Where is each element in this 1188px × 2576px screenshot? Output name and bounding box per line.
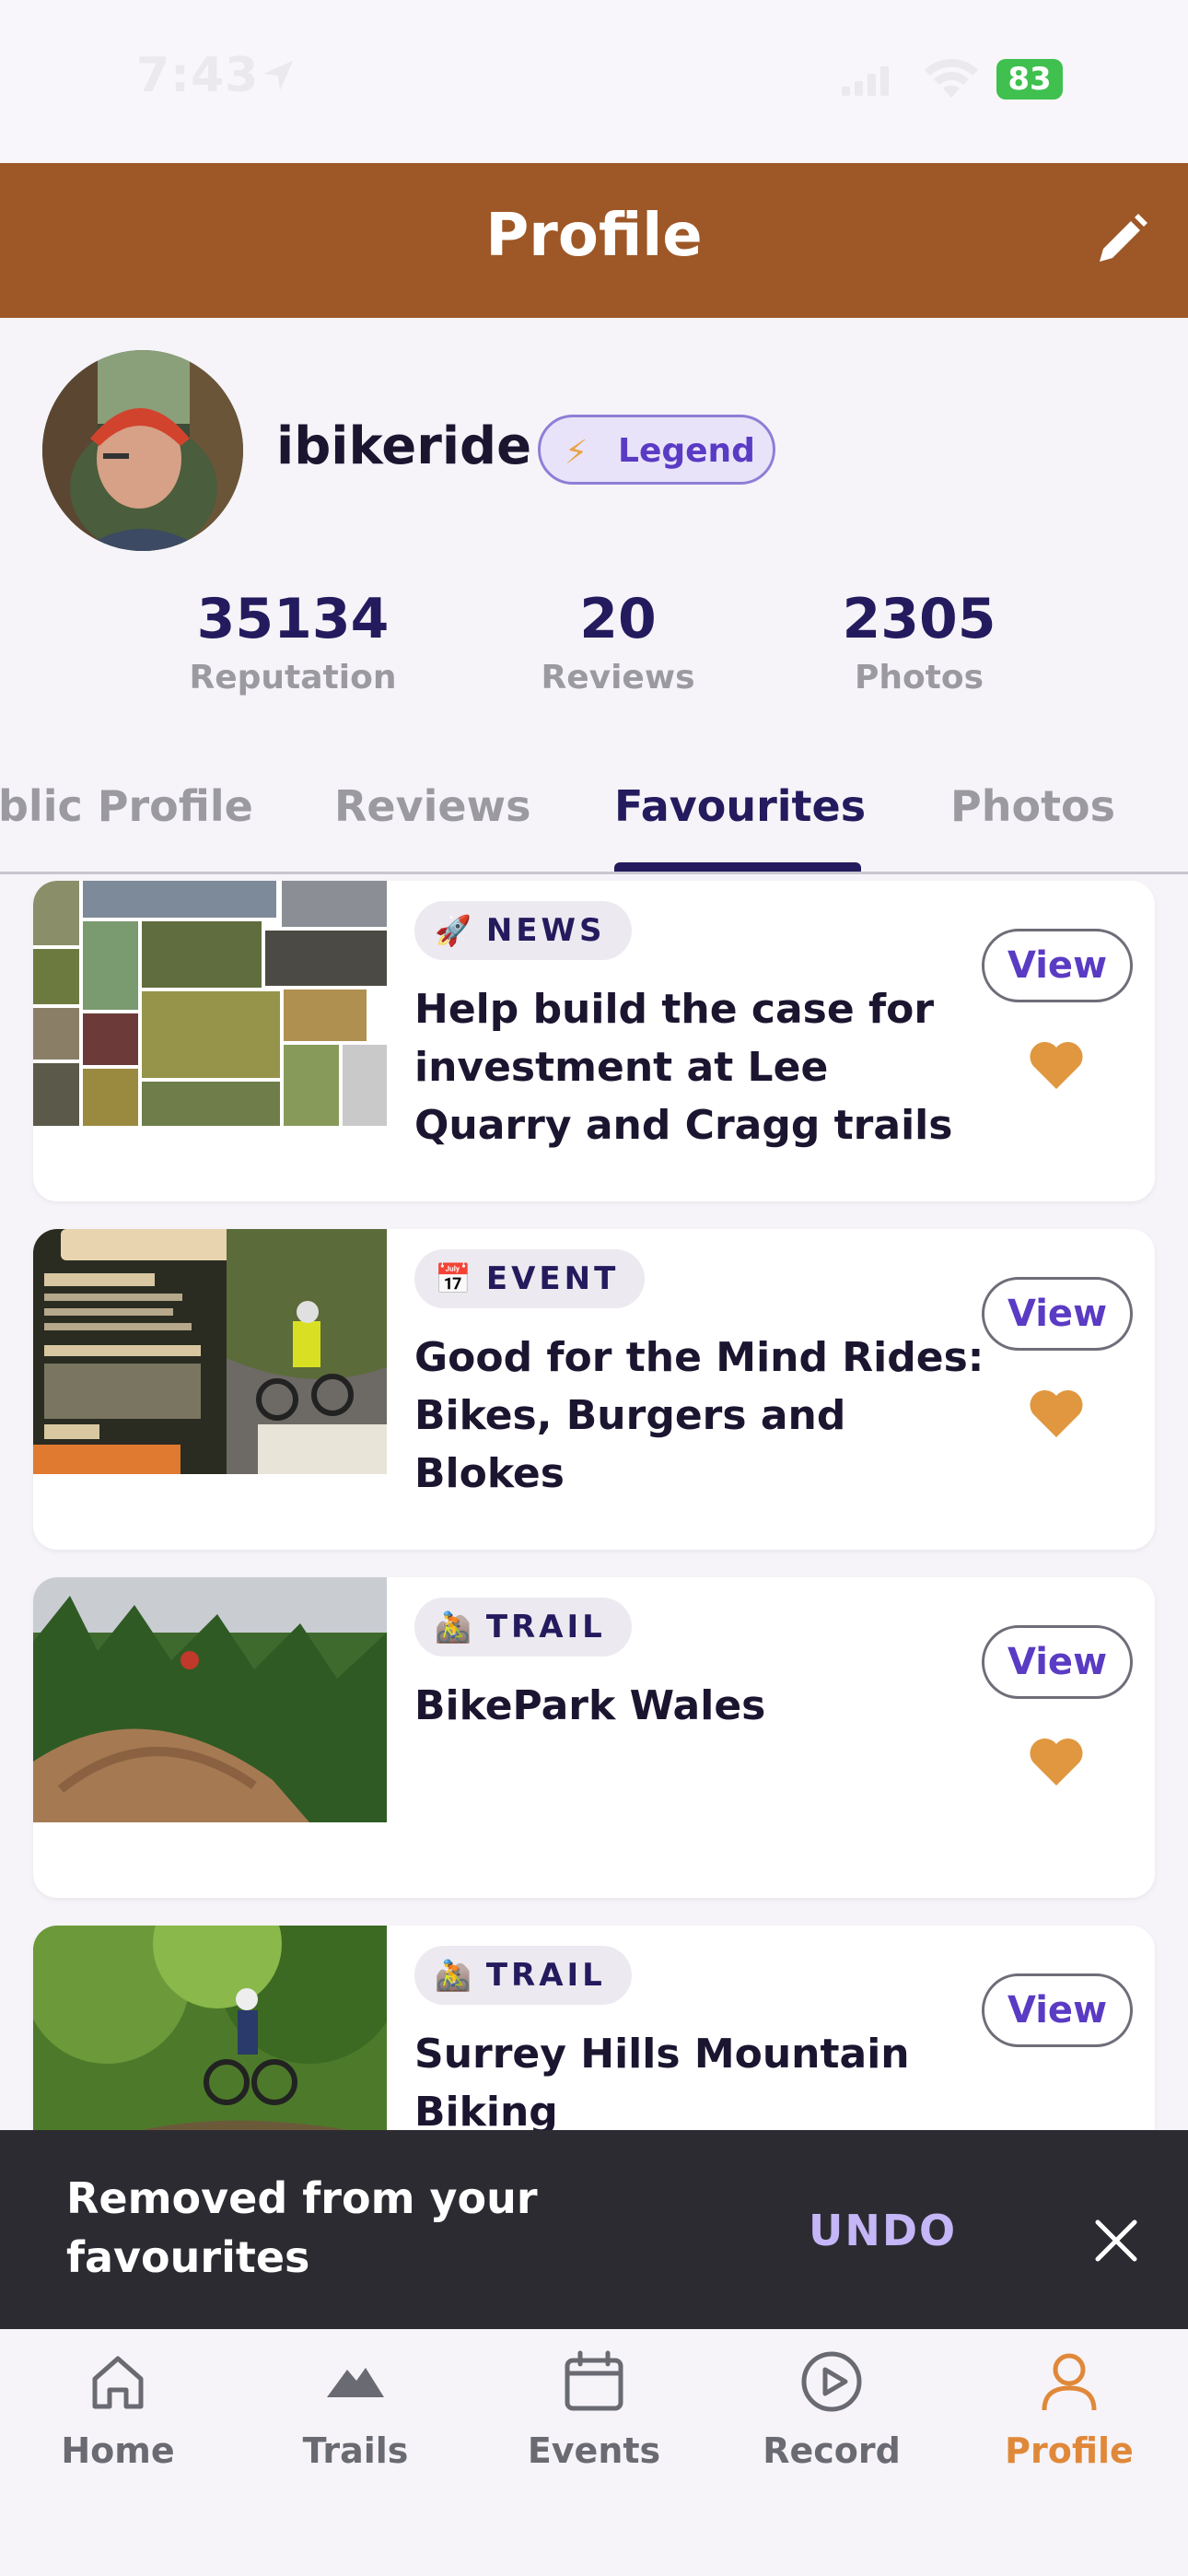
mountain-biker-icon: 🚵 (435, 1958, 472, 1993)
stat-label: Photos (854, 659, 984, 697)
status-time: 7:43 (136, 48, 260, 103)
favourite-card[interactable]: 📅 EVENT Good for the Mind Rides: Bikes, … (33, 1229, 1155, 1550)
stat-value: 20 (579, 587, 657, 651)
stat-label: Reviews (541, 659, 695, 697)
pencil-icon[interactable] (1092, 212, 1149, 269)
person-icon (1042, 2353, 1097, 2411)
favourite-card[interactable]: 🚀 NEWS Help build the case for investmen… (33, 881, 1155, 1201)
stat-value: 2305 (842, 587, 996, 651)
favourite-card[interactable]: 🚵 TRAIL BikePark Wales View (33, 1577, 1155, 1898)
battery-indicator: 83 (996, 59, 1063, 100)
bottom-navigation: Home Trails Events Record Profile (0, 2329, 1188, 2576)
home-icon (92, 2356, 144, 2409)
page-title: Profile (485, 202, 703, 270)
stat-value: 35134 (196, 587, 390, 651)
type-pill: 🚀 NEWS (414, 901, 632, 960)
nav-home[interactable]: Home (26, 2349, 210, 2471)
nav-label: Home (61, 2430, 175, 2471)
profile-tabs: blic Profile Reviews Favourites Photos (0, 748, 1188, 874)
view-button[interactable]: View (982, 1277, 1133, 1351)
tab-photos[interactable]: Photos (950, 781, 1115, 831)
type-pill: 🚵 TRAIL (414, 1598, 632, 1657)
favourites-list[interactable]: 🚀 NEWS Help build the case for investmen… (0, 873, 1188, 2130)
badge-label: Legend (618, 432, 755, 470)
stat-reputation: 35134 Reputation (173, 580, 413, 698)
card-title[interactable]: Help build the case for investment at Le… (414, 980, 985, 1154)
play-circle-icon (801, 2351, 862, 2412)
view-button[interactable]: View (982, 929, 1133, 1002)
calendar-icon (565, 2350, 623, 2411)
tab-public-profile[interactable]: blic Profile (0, 781, 253, 831)
active-tab-indicator (614, 862, 861, 872)
type-label: EVENT (485, 1260, 620, 1297)
signal-icon (842, 66, 889, 96)
tab-favourites[interactable]: Favourites (614, 781, 866, 831)
view-button[interactable]: View (982, 1625, 1133, 1699)
stat-reviews: 20 Reviews (498, 580, 738, 698)
snackbar-message: Removed from your favourites (66, 2173, 538, 2282)
heart-icon[interactable] (1028, 1039, 1085, 1091)
avatar[interactable] (42, 350, 243, 551)
view-button[interactable]: View (982, 1973, 1133, 2047)
card-title[interactable]: Surrey Hills Mountain Biking (414, 2025, 985, 2130)
trail-thumbnail (33, 1926, 387, 2130)
tab-reviews[interactable]: Reviews (334, 781, 530, 831)
type-label: TRAIL (485, 1609, 606, 1645)
news-thumbnail (33, 881, 387, 1126)
legend-badge: ⚡ Legend (538, 415, 775, 485)
snackbar: Removed from your favourites UNDO (0, 2130, 1188, 2329)
nav-label: Record (763, 2430, 901, 2471)
lightning-icon: ⚡ (565, 434, 588, 472)
favourite-card[interactable]: 🚵 TRAIL Surrey Hills Mountain Biking Vie… (33, 1926, 1155, 2130)
mountain-biker-icon: 🚵 (435, 1610, 472, 1645)
event-thumbnail (33, 1229, 387, 1474)
wifi-icon (925, 58, 978, 98)
status-bar: 7:43 83 (0, 0, 1188, 163)
heart-icon[interactable] (1028, 1736, 1085, 1787)
card-title[interactable]: Good for the Mind Rides: Bikes, Burgers … (414, 1329, 985, 1503)
close-icon[interactable] (1092, 2217, 1140, 2265)
nav-events[interactable]: Events (502, 2349, 686, 2471)
trail-thumbnail (33, 1577, 387, 1822)
nav-trails[interactable]: Trails (263, 2349, 448, 2471)
card-title[interactable]: BikePark Wales (414, 1677, 985, 1735)
calendar-icon: 📅 (435, 1261, 472, 1296)
mountains-icon (327, 2368, 384, 2397)
stat-label: Reputation (189, 659, 397, 697)
nav-label: Events (527, 2430, 661, 2471)
location-arrow-icon (263, 61, 293, 90)
type-label: TRAIL (485, 1957, 606, 1994)
nav-label: Profile (1005, 2430, 1134, 2471)
nav-record[interactable]: Record (740, 2349, 924, 2471)
stat-photos: 2305 Photos (799, 580, 1039, 698)
type-pill: 📅 EVENT (414, 1249, 646, 1308)
nav-profile[interactable]: Profile (977, 2349, 1161, 2471)
app-header: Profile (0, 163, 1188, 318)
username: ibikeride (276, 416, 532, 476)
undo-button[interactable]: UNDO (809, 2206, 957, 2255)
type-pill: 🚵 TRAIL (414, 1946, 632, 2005)
rocket-icon: 🚀 (435, 913, 472, 948)
nav-label: Trails (302, 2430, 409, 2471)
heart-icon[interactable] (1028, 1388, 1085, 1439)
type-label: NEWS (485, 912, 606, 949)
